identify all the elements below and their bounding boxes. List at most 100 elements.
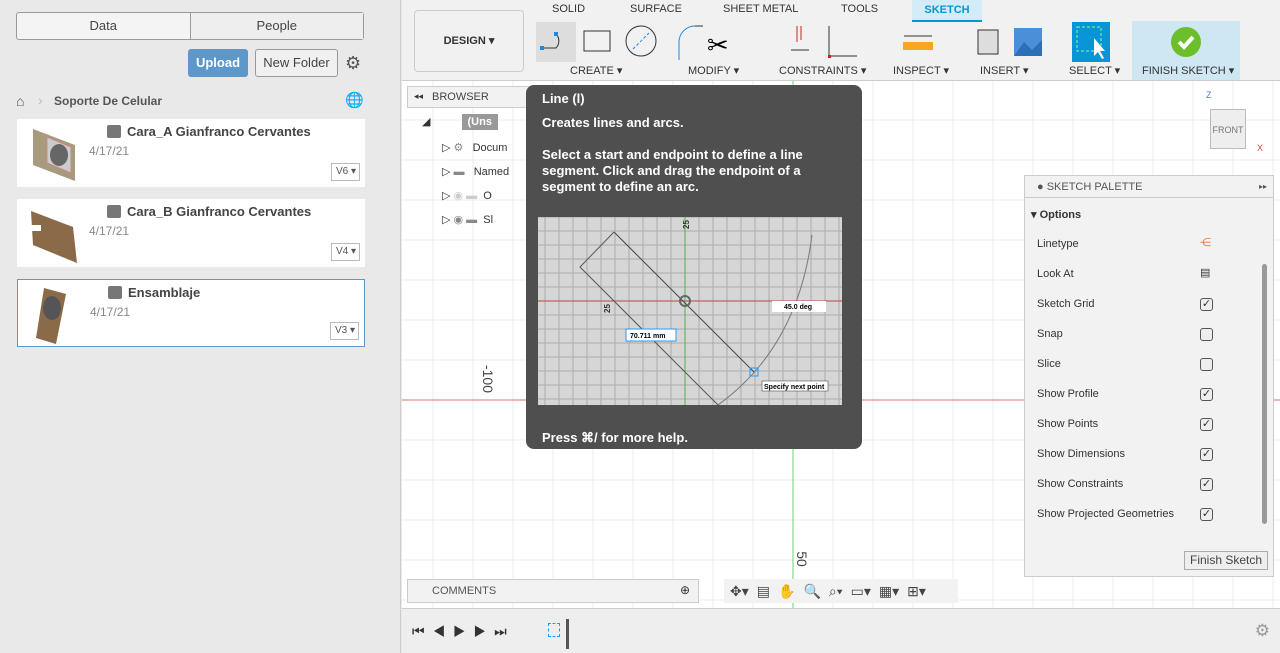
finish-sketch-check-icon[interactable] xyxy=(1170,26,1202,58)
checkbox-show-projected-geometries[interactable]: ✓ xyxy=(1200,508,1213,521)
browser-item-sketches[interactable]: ▷ ◉ ▬ Sl xyxy=(442,213,493,226)
tab-tools[interactable]: TOOLS xyxy=(841,3,878,15)
workspace-dropdown[interactable]: DESIGN ▾ xyxy=(414,10,524,72)
palette-header[interactable]: ● SKETCH PALETTE ▸▸ xyxy=(1025,176,1273,198)
tab-surface[interactable]: SURFACE xyxy=(630,3,682,15)
select-icon[interactable] xyxy=(1072,22,1110,62)
modify-menu[interactable]: MODIFY ▾ xyxy=(688,64,739,77)
file-card-selected[interactable]: Ensamblaje 4/17/21 V3 ▾ xyxy=(17,279,365,347)
checkbox-sketch-grid[interactable]: ✓ xyxy=(1200,298,1213,311)
viewports-icon[interactable]: ⊞▾ xyxy=(907,583,926,600)
tooltip-body: Select a start and endpoint to define a … xyxy=(542,147,803,194)
palette-option-label: Look At xyxy=(1037,268,1074,280)
look-at-icon[interactable]: ▤ xyxy=(757,583,770,600)
measure-icon[interactable] xyxy=(902,32,934,52)
sketch-timeline-icon[interactable] xyxy=(548,623,560,637)
timeline: ⏮◀▶▶⏭ ⚙ xyxy=(402,608,1280,653)
globe-icon[interactable]: 🌐 xyxy=(345,91,364,109)
sketch-palette: ● SKETCH PALETTE ▸▸ ▾ Options Linetype ⋲ Lo… xyxy=(1024,175,1274,577)
checkbox-show-profile[interactable]: ✓ xyxy=(1200,388,1213,401)
file-date: 4/17/21 xyxy=(89,144,130,158)
upload-button[interactable]: Upload xyxy=(188,49,248,77)
home-icon[interactable]: ⌂ xyxy=(16,93,24,109)
palette-option-label: Show Points xyxy=(1037,418,1099,430)
browser-item-named-views[interactable]: ▷ ▬ Named xyxy=(442,165,509,178)
viewcube[interactable]: FRONT xyxy=(1210,109,1246,149)
comments-panel[interactable]: COMMENTS ⊕ xyxy=(407,579,699,603)
look-at-icon[interactable]: ▤ xyxy=(1200,266,1210,279)
constraints-icon[interactable] xyxy=(787,24,857,60)
insert-menu[interactable]: INSERT ▾ xyxy=(980,64,1029,77)
fit-icon[interactable]: ⌕▾ xyxy=(829,583,843,600)
add-comment-icon[interactable]: ⊕ xyxy=(680,583,690,597)
file-card[interactable]: Cara_B Gianfranco Cervantes 4/17/21 V4 ▾ xyxy=(17,199,365,267)
rectangle-icon[interactable] xyxy=(582,28,614,56)
inspect-menu[interactable]: INSPECT ▾ xyxy=(893,64,949,77)
gear-icon[interactable]: ⚙ xyxy=(345,53,361,74)
svg-text:70.711 mm: 70.711 mm xyxy=(630,333,665,340)
browser-item-root[interactable]: ◢ (Uns xyxy=(422,114,498,130)
insert-icons[interactable] xyxy=(970,26,1060,58)
new-folder-button[interactable]: New Folder xyxy=(255,49,338,77)
options-section[interactable]: ▾ Options xyxy=(1031,208,1081,221)
circle-icon[interactable] xyxy=(624,24,658,58)
collapse-icon[interactable]: ◂◂ xyxy=(414,91,423,102)
timeline-marker[interactable] xyxy=(566,619,569,649)
fillet-icon[interactable]: ✂ xyxy=(677,24,727,60)
browser-item-origin[interactable]: ▷ ◉ ▬ O xyxy=(442,189,492,202)
finish-sketch-button[interactable]: Finish Sketch xyxy=(1184,551,1268,570)
tooltip-subtitle: Creates lines and arcs. xyxy=(542,115,684,130)
axis-label: 50 xyxy=(793,551,810,567)
file-name: Cara_A Gianfranco Cervantes xyxy=(127,124,311,139)
svg-text:25: 25 xyxy=(603,304,612,313)
breadcrumb[interactable]: Soporte De Celular xyxy=(54,94,162,108)
palette-option-label: Show Dimensions xyxy=(1037,448,1126,460)
line-tool-tooltip: Line (l) Creates lines and arcs. Select … xyxy=(526,85,862,449)
file-date: 4/17/21 xyxy=(89,224,130,238)
palette-option-label: Show Profile xyxy=(1037,388,1099,400)
palette-option-label: Slice xyxy=(1037,358,1061,370)
checkbox-snap[interactable] xyxy=(1200,328,1213,341)
display-settings-icon[interactable]: ▭▾ xyxy=(851,583,871,600)
component-icon xyxy=(107,205,121,218)
checkbox-slice[interactable] xyxy=(1200,358,1213,371)
playback-controls[interactable]: ⏮◀▶▶⏭ xyxy=(412,623,515,640)
comments-title: COMMENTS xyxy=(432,585,497,597)
file-name: Cara_B Gianfranco Cervantes xyxy=(127,204,312,219)
select-menu[interactable]: SELECT ▾ xyxy=(1069,64,1120,77)
palette-option-label: Linetype xyxy=(1037,238,1079,250)
palette-scrollbar[interactable] xyxy=(1262,264,1267,524)
orbit-icon[interactable]: ✥▾ xyxy=(730,583,749,600)
data-people-toggle: Data People xyxy=(16,12,364,40)
component-icon xyxy=(108,286,122,299)
version-dropdown[interactable]: V4 ▾ xyxy=(331,243,360,261)
tab-people[interactable]: People xyxy=(189,13,363,39)
svg-text:25: 25 xyxy=(682,220,691,229)
version-dropdown[interactable]: V6 ▾ xyxy=(331,163,360,181)
x-axis-label: X xyxy=(1257,143,1264,153)
timeline-settings-icon[interactable]: ⚙ xyxy=(1255,621,1270,641)
browser-item-document-settings[interactable]: ▷ ⚙ Docum xyxy=(442,141,507,154)
constraints-menu[interactable]: CONSTRAINTS ▾ xyxy=(779,64,866,77)
palette-option-label: Show Constraints xyxy=(1037,478,1124,490)
file-name: Ensamblaje xyxy=(128,285,201,300)
linetype-icon[interactable]: ⋲ xyxy=(1200,236,1211,249)
create-menu[interactable]: CREATE ▾ xyxy=(570,64,622,77)
finish-sketch-menu[interactable]: FINISH SKETCH ▾ xyxy=(1142,64,1234,77)
checkbox-show-points[interactable]: ✓ xyxy=(1200,418,1213,431)
checkbox-show-dimensions[interactable]: ✓ xyxy=(1200,448,1213,461)
tab-sheet-metal[interactable]: SHEET METAL xyxy=(723,3,798,15)
pan-icon[interactable]: ✋ xyxy=(778,583,795,600)
grid-settings-icon[interactable]: ▦▾ xyxy=(879,583,899,600)
file-card[interactable]: Cara_A Gianfranco Cervantes 4/17/21 V6 ▾ xyxy=(17,119,365,187)
browser-title: BROWSER xyxy=(432,91,489,103)
tab-data[interactable]: Data xyxy=(17,13,190,39)
line-tool-icon[interactable] xyxy=(536,22,576,62)
tab-solid[interactable]: SOLID xyxy=(552,3,585,15)
palette-option-label: Snap xyxy=(1037,328,1063,340)
zoom-icon[interactable]: 🔍 xyxy=(803,583,820,600)
version-dropdown[interactable]: V3 ▾ xyxy=(330,322,359,340)
thumbnail xyxy=(36,288,66,344)
tab-sketch[interactable]: SKETCH xyxy=(912,0,982,22)
checkbox-show-constraints[interactable]: ✓ xyxy=(1200,478,1213,491)
